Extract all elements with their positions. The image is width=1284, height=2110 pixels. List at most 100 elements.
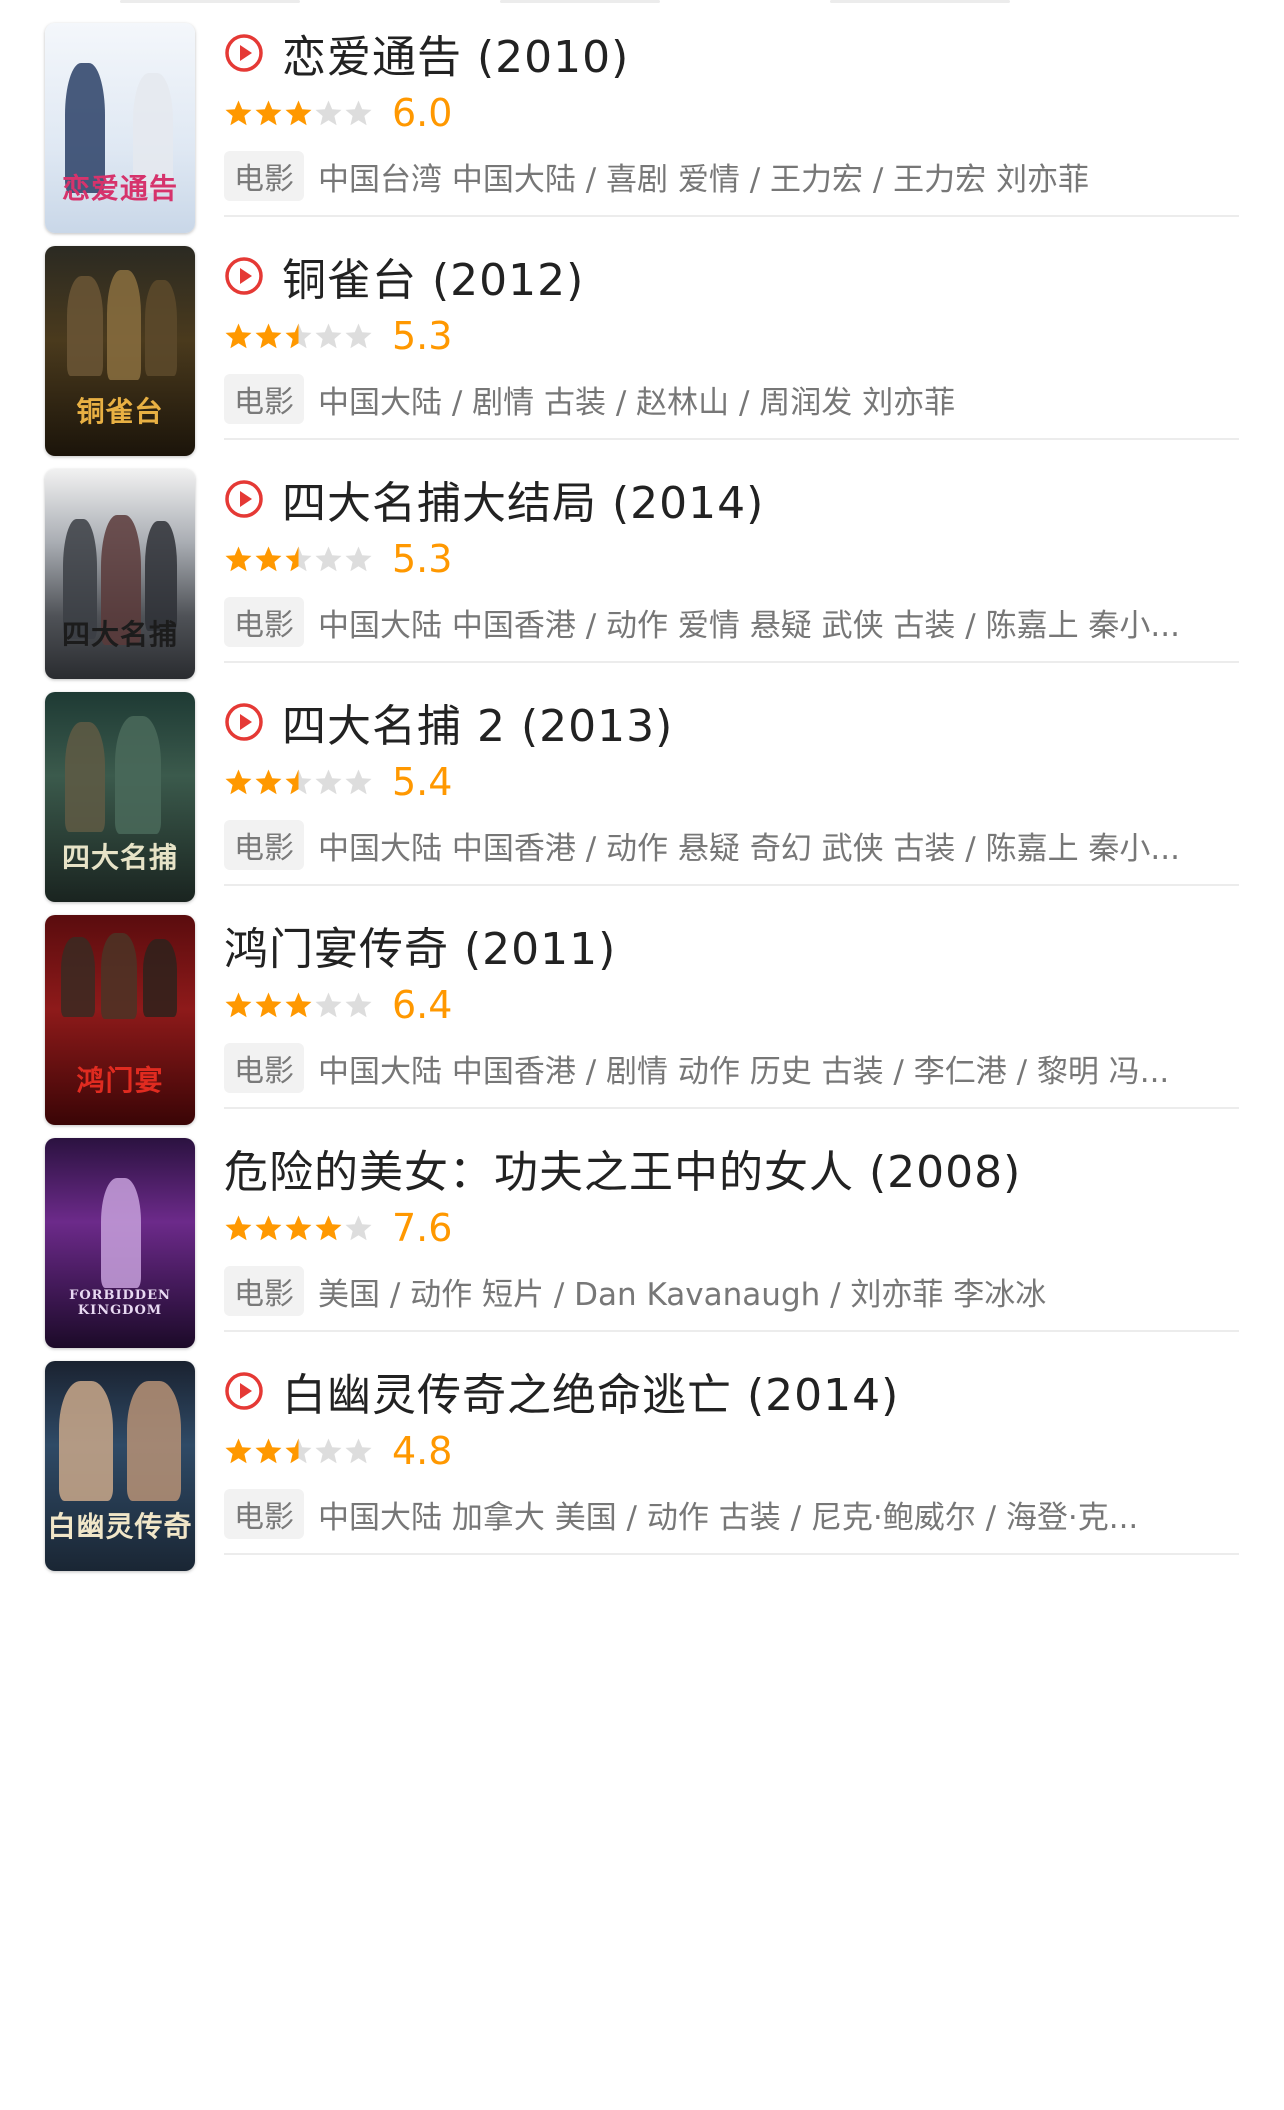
movie-title[interactable]: 恋爱通告 (2010) <box>282 21 629 85</box>
movie-poster[interactable]: 四大名捕 <box>45 469 195 679</box>
star-filled-icon <box>225 992 252 1017</box>
movie-meta: 中国大陆 加拿大 美国 / 动作 古装 / 尼克·鲍威尔 / 海登·克... <box>318 1499 1139 1536</box>
movie-poster[interactable]: 铜雀台 <box>45 246 195 456</box>
movie-list-item[interactable]: 白幽灵传奇 白幽灵传奇之绝命逃亡 (2014) 4.8 电影 中国大陆 加拿大 … <box>0 1332 1284 1571</box>
movie-meta: 中国大陆 中国香港 / 动作 爱情 悬疑 武侠 古装 / 陈嘉上 秦小... <box>318 607 1180 644</box>
movie-title[interactable]: 危险的美女：功夫之王中的女人 (2008) <box>224 1136 1021 1200</box>
star-filled-icon <box>285 992 312 1017</box>
title-row: 危险的美女：功夫之王中的女人 (2008) <box>224 1136 1239 1200</box>
meta-row: 电影 中国台湾 中国大陆 / 喜剧 爱情 / 王力宏 / 王力宏 刘亦菲 <box>224 148 1239 204</box>
type-tag: 电影 <box>224 1489 304 1539</box>
type-tag: 电影 <box>224 820 304 870</box>
movie-poster[interactable]: 鸿门宴 <box>45 915 195 1125</box>
movie-title[interactable]: 四大名捕 2 (2013) <box>282 690 673 754</box>
poster-title-art: 恋爱通告 <box>61 172 178 205</box>
rating-row: 7.6 <box>224 1199 1239 1257</box>
star-empty-icon <box>315 323 342 348</box>
play-icon[interactable] <box>224 479 264 519</box>
movie-title[interactable]: 鸿门宴传奇 (2011) <box>224 913 616 977</box>
rating-score: 5.4 <box>392 760 453 804</box>
rating-score: 4.8 <box>392 1429 453 1473</box>
movie-meta: 美国 / 动作 短片 / Dan Kavanaugh / 刘亦菲 李冰冰 <box>318 1276 1047 1313</box>
poster-figure <box>65 722 105 832</box>
star-empty-icon <box>345 992 372 1017</box>
star-filled-icon <box>225 1215 252 1240</box>
star-empty-icon <box>345 1215 372 1240</box>
play-icon[interactable] <box>224 702 264 742</box>
movie-info: 四大名捕大结局 (2014) 5.3 电影 中国大陆 中国香港 / 动作 爱情 … <box>224 470 1239 650</box>
meta-row: 电影 中国大陆 中国香港 / 动作 悬疑 奇幻 武侠 古装 / 陈嘉上 秦小..… <box>224 817 1239 873</box>
star-filled-icon <box>255 323 282 348</box>
poster-figure <box>127 1381 181 1501</box>
rating-row: 6.4 <box>224 976 1239 1034</box>
star-empty-icon <box>315 546 342 571</box>
movie-poster[interactable]: 白幽灵传奇 <box>45 1361 195 1571</box>
star-filled-icon <box>255 1215 282 1240</box>
star-filled-icon <box>285 1215 312 1240</box>
rating-score: 7.6 <box>392 1206 453 1250</box>
poster-title-art: 四大名捕 <box>61 618 178 651</box>
divider <box>224 1553 1239 1555</box>
movie-list-item[interactable]: 四大名捕 四大名捕 2 (2013) 5.4 电影 中国大陆 中国香港 / 动作… <box>0 663 1284 902</box>
star-half-icon <box>285 1438 312 1463</box>
star-filled-icon <box>225 1438 252 1463</box>
movie-title[interactable]: 白幽灵传奇之绝命逃亡 (2014) <box>282 1359 899 1423</box>
star-half-icon <box>285 323 312 348</box>
movie-list-item[interactable]: 四大名捕 四大名捕大结局 (2014) 5.3 电影 中国大陆 中国香港 / 动… <box>0 440 1284 679</box>
poster-figure <box>107 270 141 380</box>
rating-row: 5.3 <box>224 307 1239 365</box>
play-icon[interactable] <box>224 1371 264 1411</box>
poster-figure <box>101 933 137 1019</box>
star-empty-icon <box>315 1438 342 1463</box>
movie-list-item[interactable]: 鸿门宴 鸿门宴传奇 (2011) 6.4 电影 中国大陆 中国香港 / 剧情 动… <box>0 886 1284 1125</box>
movie-meta: 中国大陆 / 剧情 古装 / 赵林山 / 周润发 刘亦菲 <box>318 384 956 421</box>
star-filled-icon <box>285 100 312 125</box>
rating-score: 6.0 <box>392 91 453 135</box>
movie-poster[interactable]: 恋爱通告 <box>45 23 195 233</box>
movie-info: 鸿门宴传奇 (2011) 6.4 电影 中国大陆 中国香港 / 剧情 动作 历史… <box>224 916 1239 1096</box>
movie-info: 白幽灵传奇之绝命逃亡 (2014) 4.8 电影 中国大陆 加拿大 美国 / 动… <box>224 1362 1239 1542</box>
poster-title-art: 铜雀台 <box>76 395 164 428</box>
star-filled-icon <box>225 546 252 571</box>
star-half-icon <box>285 546 312 571</box>
type-tag: 电影 <box>224 151 304 201</box>
title-row: 白幽灵传奇之绝命逃亡 (2014) <box>224 1359 1239 1423</box>
movie-info: 四大名捕 2 (2013) 5.4 电影 中国大陆 中国香港 / 动作 悬疑 奇… <box>224 693 1239 873</box>
play-icon[interactable] <box>224 33 264 73</box>
star-empty-icon <box>345 1438 372 1463</box>
type-tag: 电影 <box>224 1043 304 1093</box>
movie-meta: 中国大陆 中国香港 / 剧情 动作 历史 古装 / 李仁港 / 黎明 冯... <box>318 1053 1170 1090</box>
poster-figure <box>143 939 177 1017</box>
title-row: 铜雀台 (2012) <box>224 244 1239 308</box>
star-filled-icon <box>225 100 252 125</box>
poster-figure <box>67 276 103 376</box>
movie-info: 铜雀台 (2012) 5.3 电影 中国大陆 / 剧情 古装 / 赵林山 / 周… <box>224 247 1239 427</box>
poster-title-art: FORBIDDEN KINGDOM <box>69 1288 171 1318</box>
meta-row: 电影 美国 / 动作 短片 / Dan Kavanaugh / 刘亦菲 李冰冰 <box>224 1263 1239 1319</box>
star-rating <box>224 545 374 574</box>
movie-list-item[interactable]: 恋爱通告 恋爱通告 (2010) 6.0 电影 中国台湾 中国大陆 / 喜剧 爱… <box>0 0 1284 233</box>
movie-title[interactable]: 四大名捕大结局 (2014) <box>282 467 764 531</box>
star-empty-icon <box>315 100 342 125</box>
poster-figure <box>59 1381 113 1501</box>
play-icon[interactable] <box>224 256 264 296</box>
poster-figure <box>61 937 95 1017</box>
meta-row: 电影 中国大陆 加拿大 美国 / 动作 古装 / 尼克·鲍威尔 / 海登·克..… <box>224 1486 1239 1542</box>
rating-row: 5.4 <box>224 753 1239 811</box>
movie-title[interactable]: 铜雀台 (2012) <box>282 244 584 308</box>
rating-row: 6.0 <box>224 84 1239 142</box>
poster-title-art: 鸿门宴 <box>76 1064 164 1097</box>
movie-meta: 中国台湾 中国大陆 / 喜剧 爱情 / 王力宏 / 王力宏 刘亦菲 <box>318 161 1090 198</box>
poster-figure <box>101 1178 141 1288</box>
title-row: 恋爱通告 (2010) <box>224 21 1239 85</box>
movie-list-item[interactable]: FORBIDDEN KINGDOM 危险的美女：功夫之王中的女人 (2008) <box>0 1109 1284 1348</box>
movie-poster[interactable]: FORBIDDEN KINGDOM <box>45 1138 195 1348</box>
type-tag: 电影 <box>224 1266 304 1316</box>
rating-row: 5.3 <box>224 530 1239 588</box>
movie-poster[interactable]: 四大名捕 <box>45 692 195 902</box>
star-filled-icon <box>255 546 282 571</box>
star-rating <box>224 1214 374 1243</box>
star-empty-icon <box>345 100 372 125</box>
meta-row: 电影 中国大陆 中国香港 / 动作 爱情 悬疑 武侠 古装 / 陈嘉上 秦小..… <box>224 594 1239 650</box>
movie-list-item[interactable]: 铜雀台 铜雀台 (2012) 5.3 电影 中国大陆 / 剧情 古装 / 赵林山… <box>0 217 1284 456</box>
